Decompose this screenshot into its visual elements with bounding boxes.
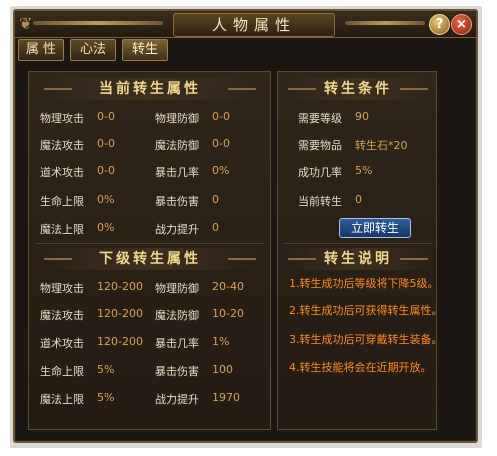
attr-label: 魔法上限 bbox=[40, 393, 84, 406]
tab-mind-method[interactable]: 心法 bbox=[70, 39, 116, 61]
attr-value: 5% bbox=[97, 363, 115, 376]
close-button[interactable]: × bbox=[451, 14, 472, 35]
attr-value: 0 bbox=[212, 193, 219, 206]
section-divider bbox=[283, 243, 433, 244]
attr-value: 120-200 bbox=[97, 280, 143, 293]
condition-value: 转生石*20 bbox=[355, 139, 408, 152]
title-ornament-left bbox=[33, 21, 163, 25]
explanation-line: 3.转生成功后可穿戴转生装备。 bbox=[289, 333, 443, 346]
attr-label: 暴击伤害 bbox=[155, 195, 199, 208]
explanation-title: 转生说明 bbox=[284, 248, 432, 270]
attr-value: 1% bbox=[212, 335, 230, 348]
attr-value: 1970 bbox=[212, 391, 240, 404]
attr-value: 0% bbox=[97, 221, 115, 234]
attr-value: 0% bbox=[212, 164, 230, 177]
attr-label: 物理防御 bbox=[155, 282, 199, 295]
attr-value: 0% bbox=[97, 193, 115, 206]
condition-value: 0 bbox=[355, 193, 362, 206]
attr-label: 魔法攻击 bbox=[40, 139, 84, 152]
condition-label: 当前转生 bbox=[298, 195, 342, 208]
condition-label: 需要等级 bbox=[298, 112, 342, 125]
attr-label: 暴击几率 bbox=[155, 166, 199, 179]
condition-value: 5% bbox=[355, 164, 373, 177]
next-attributes-title: 下级转生属性 bbox=[40, 248, 260, 270]
attr-label: 暴击伤害 bbox=[155, 365, 199, 378]
condition-label: 需要物品 bbox=[298, 139, 342, 152]
explanation-line: 4.转生技能将会在近期开放。 bbox=[289, 361, 432, 374]
attr-value: 0-0 bbox=[97, 110, 115, 123]
attr-label: 生命上限 bbox=[40, 195, 84, 208]
attr-label: 魔法攻击 bbox=[40, 309, 84, 322]
attr-value: 0 bbox=[212, 221, 219, 234]
attr-value: 5% bbox=[97, 391, 115, 404]
rebirth-now-button[interactable]: 立即转生 bbox=[339, 218, 411, 238]
help-button[interactable]: ? bbox=[429, 14, 450, 35]
explanation-line: 2.转生成功后可获得转生属性。 bbox=[289, 304, 443, 317]
attr-label: 道术攻击 bbox=[40, 166, 84, 179]
attr-value: 120-200 bbox=[97, 335, 143, 348]
attr-value: 0-0 bbox=[212, 137, 230, 150]
attr-label: 魔法上限 bbox=[40, 223, 84, 236]
explanation-line: 1.转生成功后等级将下降5级。 bbox=[289, 277, 439, 290]
attr-label: 魔法防御 bbox=[155, 139, 199, 152]
section-divider bbox=[36, 243, 264, 244]
title-ornament-right bbox=[345, 21, 425, 25]
current-attributes-title: 当前转生属性 bbox=[40, 78, 260, 100]
attr-value: 20-40 bbox=[212, 280, 244, 293]
attr-label: 战力提升 bbox=[155, 223, 199, 236]
attr-value: 0-0 bbox=[97, 137, 115, 150]
attr-label: 物理攻击 bbox=[40, 282, 84, 295]
title-bar[interactable]: ❦ 人物属性 ? × bbox=[15, 11, 476, 38]
condition-value: 90 bbox=[355, 110, 369, 123]
attr-value: 100 bbox=[212, 363, 233, 376]
attr-label: 战力提升 bbox=[155, 393, 199, 406]
attr-value: 120-200 bbox=[97, 307, 143, 320]
tab-rebirth[interactable]: 转生 bbox=[122, 39, 168, 61]
attr-label: 道术攻击 bbox=[40, 337, 84, 350]
attr-label: 暴击几率 bbox=[155, 337, 199, 350]
ornament-swirl-icon: ❦ bbox=[19, 14, 33, 33]
attr-value: 0-0 bbox=[212, 110, 230, 123]
window-title: 人物属性 bbox=[173, 13, 335, 37]
attr-label: 物理防御 bbox=[155, 112, 199, 125]
attr-label: 魔法防御 bbox=[155, 309, 199, 322]
attr-value: 0-0 bbox=[97, 164, 115, 177]
attr-label: 生命上限 bbox=[40, 365, 84, 378]
attr-value: 10-20 bbox=[212, 307, 244, 320]
tab-attributes[interactable]: 属 性 bbox=[18, 39, 64, 61]
condition-label: 成功几率 bbox=[298, 166, 342, 179]
conditions-title: 转生条件 bbox=[284, 78, 432, 100]
attr-row: 物理攻击 bbox=[40, 112, 84, 125]
